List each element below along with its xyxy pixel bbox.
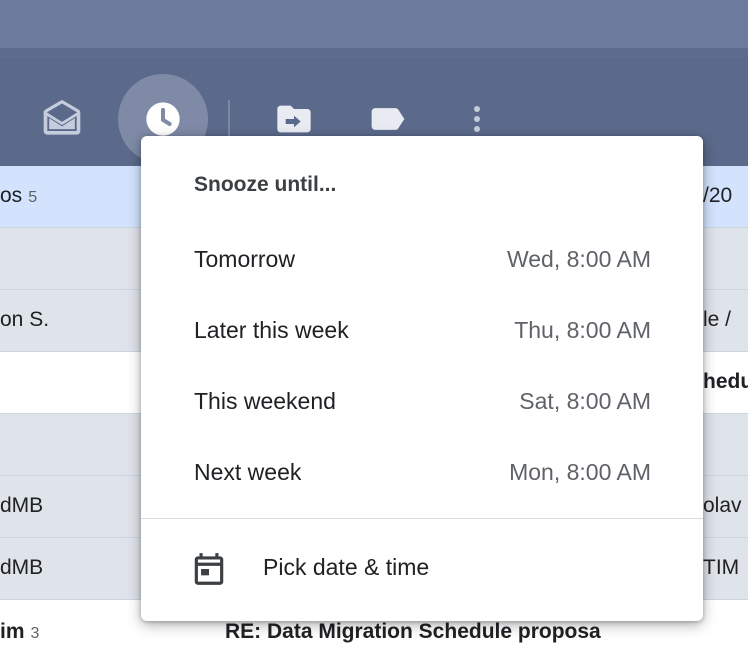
snooze-option-time: Sat, 8:00 AM xyxy=(519,388,651,414)
snooze-menu-divider xyxy=(141,518,703,519)
move-to-icon xyxy=(277,105,311,133)
email-subject: /20 xyxy=(703,184,733,207)
calendar-icon xyxy=(194,553,224,585)
email-sender: dMB xyxy=(0,556,44,579)
more-vert-icon xyxy=(474,106,480,132)
email-subject: RE: Data Migration Schedule proposa xyxy=(225,620,601,643)
snooze-option-label: Later this week xyxy=(194,317,349,343)
email-subject: hedu xyxy=(703,370,748,393)
snooze-option-label: Tomorrow xyxy=(194,246,295,272)
snooze-icon xyxy=(146,102,180,136)
header-separator xyxy=(0,48,748,58)
snooze-option-time: Thu, 8:00 AM xyxy=(514,317,651,343)
snooze-option-this-weekend[interactable]: This weekend Sat, 8:00 AM xyxy=(141,364,703,434)
pick-date-time-label: Pick date & time xyxy=(263,554,430,580)
email-sender: os 5 xyxy=(0,184,38,207)
snooze-menu: Snooze until... Tomorrow Wed, 8:00 AM La… xyxy=(141,136,703,621)
snooze-option-time: Wed, 8:00 AM xyxy=(506,246,651,272)
label-icon xyxy=(371,108,405,130)
email-subject: olav xyxy=(703,494,742,517)
snooze-option-tomorrow[interactable]: Tomorrow Wed, 8:00 AM xyxy=(141,222,703,292)
snooze-option-label: This weekend xyxy=(194,388,336,414)
email-sender: on S. xyxy=(0,308,50,331)
email-subject: TIM xyxy=(703,556,740,579)
snooze-menu-title: Snooze until... xyxy=(194,173,337,196)
mark-as-read-icon xyxy=(43,99,81,135)
snooze-option-next-week[interactable]: Next week Mon, 8:00 AM xyxy=(141,435,703,505)
mark-as-read-button[interactable] xyxy=(40,98,84,147)
email-subject: le / xyxy=(703,308,732,331)
snooze-option-label: Next week xyxy=(194,459,302,485)
snooze-option-later-this-week[interactable]: Later this week Thu, 8:00 AM xyxy=(141,293,703,363)
pick-date-time-option[interactable]: Pick date & time xyxy=(141,534,703,604)
app-header xyxy=(0,0,748,48)
email-sender: dMB xyxy=(0,494,44,517)
snooze-option-time: Mon, 8:00 AM xyxy=(509,459,651,485)
email-sender: im 3 xyxy=(0,620,40,643)
